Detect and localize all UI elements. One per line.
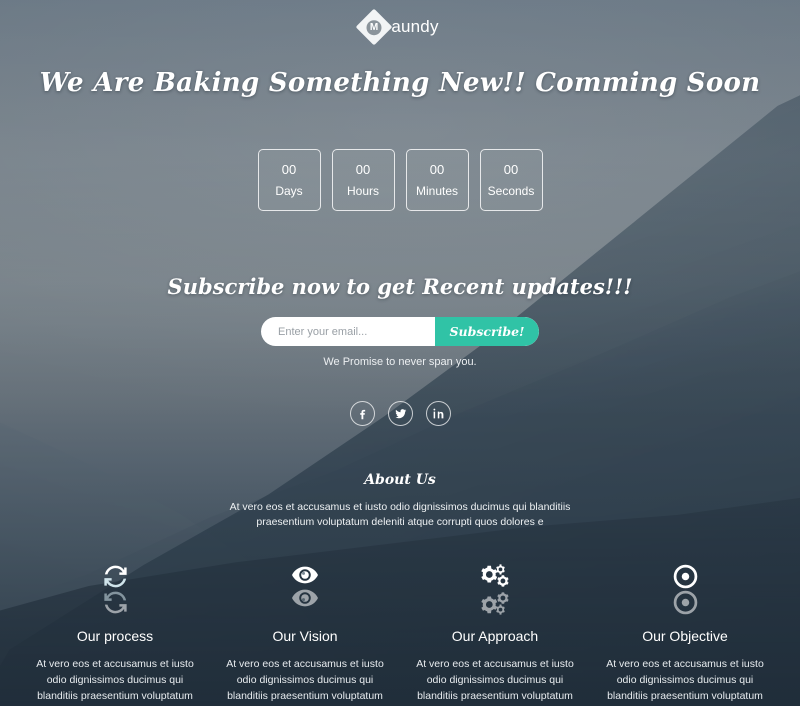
twitter-link[interactable] — [387, 401, 413, 426]
page-title: We Are Baking Something New!! Comming So… — [39, 68, 761, 98]
refresh-icon-reflection — [103, 592, 127, 614]
cogs-icon — [481, 564, 509, 588]
eye-icon-reflection — [292, 590, 318, 607]
social-links — [0, 401, 800, 426]
feature-our-approach: Our Approach At vero eos et accusamus et… — [406, 564, 584, 706]
twitter-icon — [395, 409, 406, 419]
subscribe-button[interactable]: Subscribe! — [435, 317, 539, 346]
subscribe-note: We Promise to never span you. — [323, 356, 477, 368]
eye-icon — [292, 567, 318, 584]
refresh-icon-mirrored — [103, 564, 128, 615]
countdown-days-value: 00 — [281, 162, 297, 177]
feature-title: Our process — [76, 628, 154, 645]
countdown-days-label: Days — [275, 184, 303, 198]
feature-title: Our Approach — [451, 628, 539, 645]
about-text: At vero eos et accusamus et iusto odio d… — [229, 501, 571, 529]
countdown-seconds-value: 00 — [503, 162, 519, 177]
countdown-hours-label: Hours — [346, 184, 379, 198]
feature-text: At vero eos et accusamus et iusto odio d… — [413, 658, 576, 706]
feature-title: Our Vision — [272, 628, 338, 645]
coming-soon-page: M aundy We Are Baking Something New!! Co… — [0, 0, 800, 706]
eye-icon-mirrored — [292, 564, 318, 609]
countdown-seconds-label: Seconds — [487, 184, 535, 198]
bullseye-icon-reflection — [673, 591, 697, 615]
facebook-link[interactable] — [349, 401, 375, 426]
countdown-hours-value: 00 — [355, 162, 371, 177]
feature-our-objective: Our Objective At vero eos et accusamus e… — [596, 564, 774, 706]
logo-text: aundy — [391, 17, 439, 36]
feature-text: At vero eos et accusamus et iusto odio d… — [603, 658, 766, 706]
logo-diamond-icon: M — [355, 8, 393, 46]
feature-list: Our process At vero eos et accusamus et … — [0, 564, 800, 706]
linkedin-icon — [432, 408, 443, 419]
countdown-minutes-value: 00 — [429, 162, 445, 177]
logo-mark-letter: M — [366, 19, 382, 35]
cogs-icon-mirrored — [481, 564, 509, 616]
email-input[interactable] — [261, 317, 435, 346]
facebook-icon — [359, 409, 365, 420]
feature-icon-wrap — [216, 564, 394, 616]
bullseye-icon-mirrored — [673, 564, 698, 615]
bullseye-icon — [673, 565, 697, 589]
about-title: About Us — [364, 472, 436, 488]
feature-icon-wrap — [406, 564, 584, 616]
feature-title: Our Objective — [642, 628, 728, 645]
site-logo[interactable]: M aundy — [0, 0, 800, 46]
feature-text: At vero eos et accusamus et iusto odio d… — [223, 658, 386, 706]
feature-icon-wrap — [26, 564, 204, 616]
countdown-seconds: 00 Seconds — [479, 149, 543, 211]
countdown-days: 00 Days — [257, 149, 321, 211]
subscribe-form: Subscribe! — [261, 317, 539, 346]
countdown-minutes-label: Minutes — [415, 184, 459, 198]
linkedin-link[interactable] — [425, 401, 451, 426]
refresh-icon — [103, 566, 127, 588]
feature-text: At vero eos et accusamus et iusto odio d… — [33, 658, 196, 706]
feature-our-vision: Our Vision At vero eos et accusamus et i… — [216, 564, 394, 706]
countdown-hours: 00 Hours — [331, 149, 395, 211]
cogs-icon-reflection — [481, 592, 509, 616]
countdown-timer: 00 Days 00 Hours 00 Minutes 00 Seconds — [0, 149, 800, 211]
feature-our-process: Our process At vero eos et accusamus et … — [26, 564, 204, 706]
feature-icon-wrap — [596, 564, 774, 616]
countdown-minutes: 00 Minutes — [405, 149, 469, 211]
subscribe-title: Subscribe now to get Recent updates!!! — [167, 274, 633, 299]
